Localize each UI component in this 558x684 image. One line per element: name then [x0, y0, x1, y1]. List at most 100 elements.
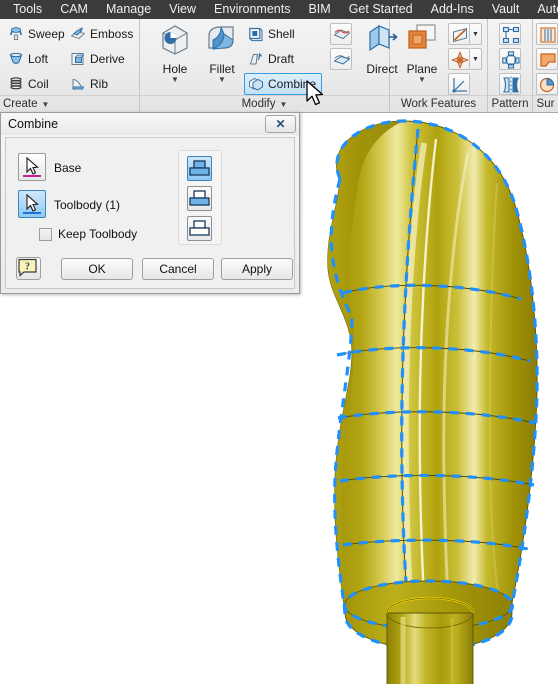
menu-item-cam[interactable]: CAM: [51, 0, 97, 19]
help-button[interactable]: ?: [16, 257, 41, 280]
rib-icon: [70, 76, 86, 92]
ucs-button[interactable]: [448, 73, 470, 95]
inventor-window: Tools CAM Manage View Environments BIM G…: [0, 0, 558, 684]
ribbon: Sweep Emboss Loft Derive Coil Rib Create…: [0, 19, 558, 113]
thicken-offset-icon: [333, 26, 351, 42]
split-button[interactable]: [330, 48, 352, 70]
keep-toolbody-row[interactable]: Keep Toolbody: [39, 227, 137, 241]
work-axis-dropdown[interactable]: ▼: [470, 23, 482, 45]
circular-pattern-button[interactable]: [499, 48, 521, 70]
close-icon[interactable]: ✕: [265, 115, 296, 133]
dialog-title: Combine: [8, 117, 59, 131]
combine-dialog[interactable]: Combine ✕ Base Toolbody (1) Keep Toolbod…: [0, 112, 300, 294]
sweep-label: Sweep: [28, 27, 65, 41]
menu-item-environments[interactable]: Environments: [205, 0, 299, 19]
menu-item-view[interactable]: View: [160, 0, 205, 19]
base-label: Base: [54, 161, 82, 175]
work-plane-button[interactable]: Plane ▼: [395, 22, 449, 84]
menu-item-vault[interactable]: Vault: [483, 0, 529, 19]
coil-icon: [8, 76, 24, 92]
work-axis-button[interactable]: [448, 23, 470, 45]
hole-dropdown-caret[interactable]: ▼: [148, 76, 202, 84]
toolbody-select-button[interactable]: [18, 190, 46, 218]
thicken-offset-button[interactable]: [330, 23, 352, 45]
cut-icon: [189, 190, 210, 206]
hole-button[interactable]: Hole ▼: [148, 22, 202, 84]
panel-title-work-features: Work Features: [400, 98, 477, 110]
loft-button[interactable]: Loft: [4, 48, 52, 70]
join-operation-button[interactable]: [187, 156, 212, 181]
fillet-dropdown-caret[interactable]: ▼: [195, 76, 249, 84]
close-glyph: ✕: [275, 117, 286, 131]
work-point-button[interactable]: [448, 48, 470, 70]
toolbody-underline-indicator: [23, 212, 41, 214]
rectangular-pattern-button[interactable]: [499, 23, 521, 45]
derive-button[interactable]: Derive: [66, 48, 129, 70]
ruled-surface-button[interactable]: [536, 23, 558, 45]
emboss-icon: [70, 26, 86, 42]
ribbon-panel-create: Sweep Emboss Loft Derive Coil Rib Create…: [0, 19, 140, 112]
apply-button[interactable]: Apply: [221, 258, 293, 280]
rib-button[interactable]: Rib: [66, 73, 112, 95]
patch-surface-icon: [539, 51, 556, 67]
intersect-operation-button[interactable]: [187, 216, 212, 241]
coil-label: Coil: [28, 77, 49, 91]
cancel-button[interactable]: Cancel: [142, 258, 214, 280]
panel-label-work-features: Work Features: [390, 95, 487, 112]
patch-surface-button[interactable]: [536, 48, 558, 70]
work-point-dropdown[interactable]: ▼: [470, 48, 482, 70]
loft-icon: [8, 51, 24, 67]
ribbon-panel-modify: Hole ▼ Fillet ▼ Shell Draft Combine Dire…: [140, 19, 398, 112]
ucs-icon: [451, 76, 467, 93]
combine-button[interactable]: Combine: [244, 73, 322, 95]
ribbon-panel-pattern: Pattern: [488, 19, 533, 112]
dialog-body: Base Toolbody (1) Keep Toolbody ? OK Can…: [5, 137, 295, 289]
loft-label: Loft: [28, 52, 49, 66]
base-select-button[interactable]: [18, 153, 46, 181]
work-axis-icon: [451, 26, 467, 43]
chevron-down-icon: ▼: [41, 99, 50, 109]
menu-item-autocad[interactable]: Autoc: [528, 0, 558, 19]
dialog-title-bar[interactable]: Combine: [1, 113, 299, 135]
coil-button[interactable]: Coil: [4, 73, 53, 95]
shell-icon: [248, 26, 264, 42]
rectangular-pattern-icon: [502, 26, 520, 44]
draft-label: Draft: [268, 52, 295, 66]
panel-label-create[interactable]: Create ▼: [0, 95, 139, 112]
boolean-operation-group: [178, 150, 222, 245]
work-point-icon: [451, 51, 469, 69]
cut-operation-button[interactable]: [187, 186, 212, 211]
menu-item-bim[interactable]: BIM: [299, 0, 339, 19]
split-icon: [333, 51, 351, 67]
chevron-down-icon: ▼: [279, 99, 288, 109]
shell-button[interactable]: Shell: [244, 23, 299, 45]
ok-label: OK: [88, 262, 106, 276]
emboss-button[interactable]: Emboss: [66, 23, 137, 45]
panel-label-modify[interactable]: Modify ▼: [140, 95, 389, 112]
ribbon-panel-work-features: Plane ▼ ▼ ▼ Work Features: [390, 19, 488, 112]
panel-title-modify: Modify: [241, 98, 276, 110]
panel-title-surface: Sur: [536, 98, 555, 110]
sweep-button[interactable]: Sweep: [4, 23, 69, 45]
fillet-button[interactable]: Fillet ▼: [195, 22, 249, 84]
keep-toolbody-checkbox[interactable]: [39, 227, 52, 241]
menu-item-add-ins[interactable]: Add-Ins: [422, 0, 483, 19]
plane-dropdown-caret[interactable]: ▼: [395, 76, 449, 84]
emboss-label: Emboss: [90, 27, 134, 41]
derive-icon: [70, 51, 86, 67]
panel-label-surface: Sur: [533, 95, 558, 112]
keep-toolbody-label: Keep Toolbody: [58, 227, 138, 241]
base-underline-indicator: [23, 175, 41, 177]
menu-item-get-started[interactable]: Get Started: [340, 0, 422, 19]
ok-button[interactable]: OK: [61, 258, 133, 280]
panel-label-pattern: Pattern: [488, 95, 532, 112]
curved-solid-body[interactable]: [327, 119, 539, 684]
trim-surface-button[interactable]: [536, 73, 558, 95]
menu-item-tools[interactable]: Tools: [4, 0, 51, 19]
help-icon: ?: [18, 258, 37, 277]
mirror-button[interactable]: [499, 73, 521, 95]
menu-item-manage[interactable]: Manage: [97, 0, 160, 19]
work-plane-icon: [405, 24, 439, 60]
apply-label: Apply: [241, 262, 273, 276]
draft-button[interactable]: Draft: [244, 48, 298, 70]
